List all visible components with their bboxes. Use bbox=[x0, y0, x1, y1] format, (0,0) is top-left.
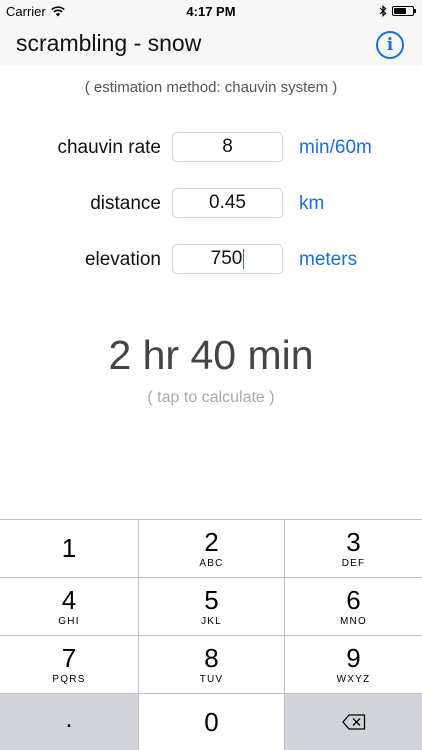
chauvin-rate-input[interactable]: 8 bbox=[172, 132, 283, 162]
field-row-chauvin-rate: chauvin rate 8 min/60m bbox=[0, 132, 422, 164]
key-letters: GHI bbox=[58, 616, 80, 627]
key-digit: 1 bbox=[61, 532, 77, 563]
status-time: 4:17 PM bbox=[186, 4, 236, 19]
key-8[interactable]: 8 TUV bbox=[139, 636, 284, 693]
key-letters: ABC bbox=[199, 558, 224, 569]
result-value[interactable]: 2 hr 40 min bbox=[0, 332, 422, 379]
key-6[interactable]: 6 MNO bbox=[285, 578, 422, 635]
key-7[interactable]: 7 PQRS bbox=[0, 636, 138, 693]
key-digit: 6 bbox=[346, 585, 361, 615]
key-0[interactable]: 0 bbox=[139, 694, 284, 750]
key-digit: 5 bbox=[204, 585, 219, 615]
text-caret bbox=[243, 248, 245, 269]
key-letters: MNO bbox=[340, 616, 367, 627]
numeric-keypad: 1 2 ABC 3 DEF 4 GHI 5 JKL 6 MNO 7 PQRS 8… bbox=[0, 519, 422, 750]
distance-input[interactable]: 0.45 bbox=[172, 188, 283, 218]
backspace-icon bbox=[341, 714, 365, 730]
key-digit: 0 bbox=[204, 707, 219, 737]
key-dot-label: . bbox=[65, 703, 73, 733]
key-2[interactable]: 2 ABC bbox=[139, 520, 284, 577]
nav-bar: scrambling - snow i bbox=[0, 22, 422, 66]
key-digit: 2 bbox=[204, 527, 219, 557]
key-9[interactable]: 9 WXYZ bbox=[285, 636, 422, 693]
key-digit: 9 bbox=[346, 643, 361, 673]
key-digit: 3 bbox=[346, 527, 361, 557]
status-bar: Carrier 4:17 PM bbox=[0, 0, 422, 22]
elevation-value: 750 bbox=[210, 248, 243, 269]
key-digit: 4 bbox=[61, 585, 77, 615]
bluetooth-icon bbox=[379, 5, 387, 17]
key-4[interactable]: 4 GHI bbox=[0, 578, 138, 635]
page-title: scrambling - snow bbox=[16, 30, 202, 56]
key-letters: JKL bbox=[201, 616, 222, 627]
delete-key[interactable] bbox=[285, 694, 422, 750]
status-right bbox=[379, 5, 416, 17]
key-letters: PQRS bbox=[52, 674, 86, 685]
chauvin-rate-label: chauvin rate bbox=[57, 137, 161, 158]
elevation-label: elevation bbox=[84, 249, 161, 270]
key-dot[interactable]: . bbox=[0, 694, 138, 750]
battery-icon bbox=[392, 6, 416, 16]
chauvin-rate-unit[interactable]: min/60m bbox=[299, 137, 372, 159]
field-row-elevation: elevation 750 meters bbox=[0, 244, 422, 276]
elevation-unit[interactable]: meters bbox=[299, 249, 357, 271]
distance-label: distance bbox=[90, 193, 161, 214]
field-row-distance: distance 0.45 km bbox=[0, 188, 422, 220]
info-icon[interactable]: i bbox=[376, 31, 404, 59]
key-letters: TUV bbox=[199, 674, 224, 685]
key-1[interactable]: 1 bbox=[0, 520, 138, 577]
key-digit: 8 bbox=[204, 643, 219, 673]
key-5[interactable]: 5 JKL bbox=[139, 578, 284, 635]
elevation-input[interactable]: 750 bbox=[172, 244, 283, 274]
distance-unit[interactable]: km bbox=[299, 193, 324, 215]
key-letters: DEF bbox=[341, 558, 366, 569]
key-3[interactable]: 3 DEF bbox=[285, 520, 422, 577]
calculate-hint[interactable]: ( tap to calculate ) bbox=[0, 389, 422, 407]
key-digit: 7 bbox=[61, 643, 77, 673]
estimation-method-label: ( estimation method: chauvin system ) bbox=[84, 79, 338, 96]
key-letters: WXYZ bbox=[336, 674, 371, 685]
